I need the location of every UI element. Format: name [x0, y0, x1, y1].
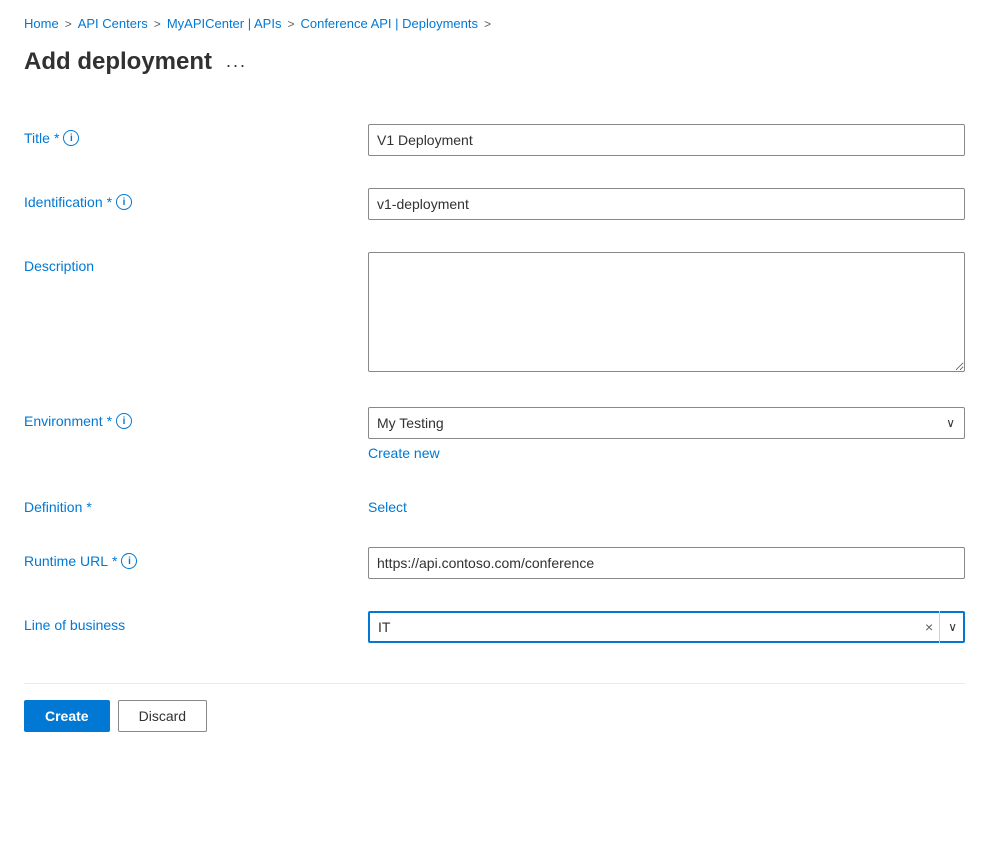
breadcrumb-api-centers[interactable]: API Centers	[78, 16, 148, 31]
title-label-col: Title * i	[24, 124, 344, 146]
identification-label: Identification * i	[24, 194, 344, 210]
form-row-line-of-business: Line of business × ∨	[24, 595, 965, 659]
create-new-link[interactable]: Create new	[368, 445, 965, 461]
line-of-business-label-text: Line of business	[24, 617, 125, 633]
runtime-url-info-icon[interactable]: i	[121, 553, 137, 569]
breadcrumb-home[interactable]: Home	[24, 16, 59, 31]
runtime-url-required: *	[112, 553, 117, 569]
environment-control-col: My Testing Production Staging Developmen…	[368, 407, 965, 461]
identification-required: *	[107, 194, 112, 210]
description-textarea[interactable]	[368, 252, 965, 372]
page-header: Add deployment ...	[24, 47, 965, 76]
line-of-business-control-col: × ∨	[368, 611, 965, 643]
breadcrumb-separator-1: >	[65, 17, 72, 31]
combobox-buttons: × ∨	[919, 611, 965, 643]
runtime-url-label: Runtime URL * i	[24, 553, 344, 569]
description-label: Description	[24, 258, 344, 274]
form-row-title: Title * i	[24, 108, 965, 172]
line-of-business-input[interactable]	[368, 611, 965, 643]
identification-label-text: Identification	[24, 194, 103, 210]
form-row-environment: Environment * i My Testing Production St…	[24, 391, 965, 477]
form-row-description: Description	[24, 236, 965, 391]
line-of-business-label: Line of business	[24, 617, 344, 633]
environment-label-col: Environment * i	[24, 407, 344, 429]
description-label-text: Description	[24, 258, 94, 274]
form-container: Title * i Identification * i	[24, 108, 965, 659]
title-info-icon[interactable]: i	[63, 130, 79, 146]
identification-info-icon[interactable]: i	[116, 194, 132, 210]
identification-control-col	[368, 188, 965, 220]
definition-control-col: Select	[368, 493, 965, 515]
page-title: Add deployment	[24, 48, 212, 76]
definition-label: Definition *	[24, 499, 344, 515]
environment-select-wrapper: My Testing Production Staging Developmen…	[368, 407, 965, 439]
identification-input[interactable]	[368, 188, 965, 220]
line-of-business-combobox: × ∨	[368, 611, 965, 643]
line-of-business-clear-button[interactable]: ×	[919, 611, 939, 643]
breadcrumb: Home > API Centers > MyAPICenter | APIs …	[24, 16, 965, 31]
runtime-url-control-col	[368, 547, 965, 579]
chevron-down-icon: ∨	[948, 620, 957, 634]
action-buttons: Create Discard	[24, 683, 965, 732]
breadcrumb-separator-2: >	[154, 17, 161, 31]
line-of-business-chevron-button[interactable]: ∨	[939, 611, 965, 643]
discard-button[interactable]: Discard	[118, 700, 207, 732]
form-row-runtime-url: Runtime URL * i	[24, 531, 965, 595]
breadcrumb-separator-4: >	[484, 17, 491, 31]
title-input[interactable]	[368, 124, 965, 156]
close-icon: ×	[925, 619, 933, 635]
environment-required: *	[107, 413, 112, 429]
title-required: *	[54, 130, 59, 146]
title-label-text: Title	[24, 130, 50, 146]
definition-required: *	[86, 499, 91, 515]
breadcrumb-separator-3: >	[287, 17, 294, 31]
title-control-col	[368, 124, 965, 156]
definition-label-text: Definition	[24, 499, 82, 515]
identification-label-col: Identification * i	[24, 188, 344, 210]
runtime-url-input[interactable]	[368, 547, 965, 579]
form-row-identification: Identification * i	[24, 172, 965, 236]
form-row-definition: Definition * Select	[24, 477, 965, 531]
environment-select[interactable]: My Testing Production Staging Developmen…	[368, 407, 965, 439]
line-of-business-label-col: Line of business	[24, 611, 344, 633]
environment-info-icon[interactable]: i	[116, 413, 132, 429]
breadcrumb-conference-api[interactable]: Conference API | Deployments	[300, 16, 478, 31]
description-control-col	[368, 252, 965, 375]
environment-label: Environment * i	[24, 413, 344, 429]
definition-label-col: Definition *	[24, 493, 344, 515]
runtime-url-label-col: Runtime URL * i	[24, 547, 344, 569]
title-label: Title * i	[24, 130, 344, 146]
environment-label-text: Environment	[24, 413, 103, 429]
page-container: Home > API Centers > MyAPICenter | APIs …	[0, 0, 989, 772]
description-label-col: Description	[24, 252, 344, 274]
definition-select-link[interactable]: Select	[368, 493, 407, 515]
ellipsis-button[interactable]: ...	[220, 47, 253, 76]
runtime-url-label-text: Runtime URL	[24, 553, 108, 569]
create-button[interactable]: Create	[24, 700, 110, 732]
environment-control: My Testing Production Staging Developmen…	[368, 407, 965, 461]
breadcrumb-my-api-center[interactable]: MyAPICenter | APIs	[167, 16, 282, 31]
